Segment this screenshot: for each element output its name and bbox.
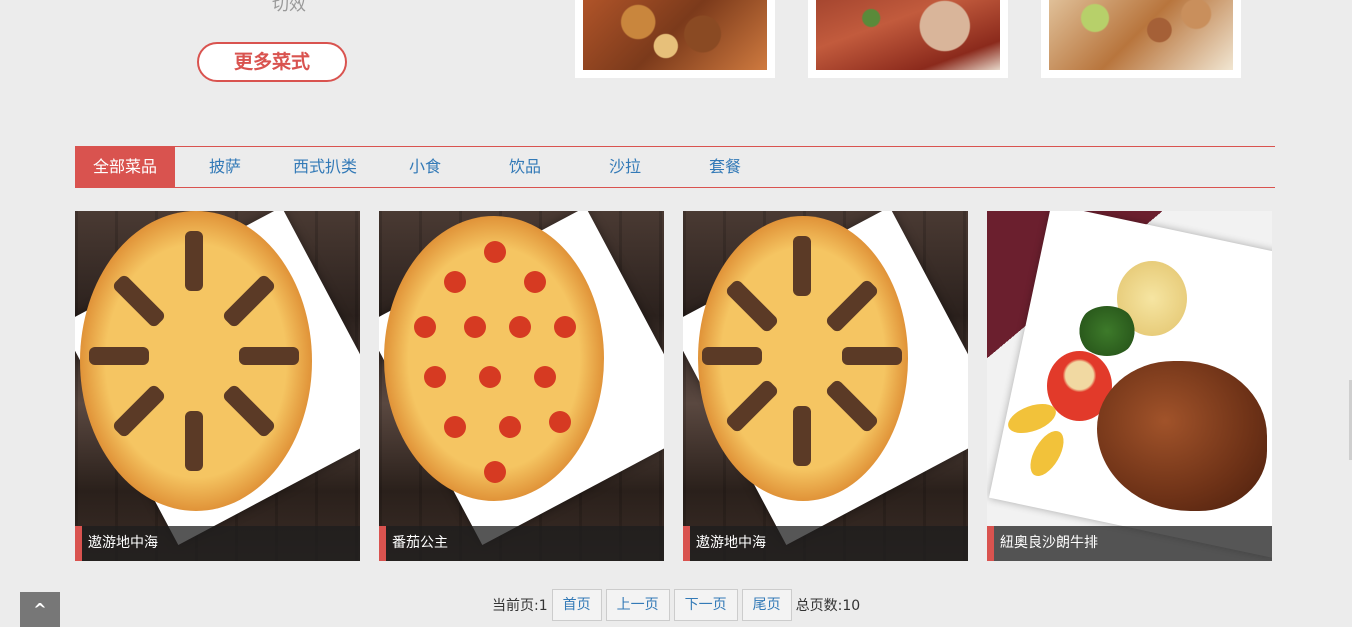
total-pages-label: 总页数:10	[795, 598, 861, 614]
tab-snacks[interactable]: 小食	[375, 147, 475, 187]
dish-title: 紐奧良沙朗牛排	[987, 526, 1272, 561]
dish-card[interactable]: 遨游地中海	[683, 211, 968, 561]
dish-photo-saucy	[816, 0, 1000, 70]
top-dish-photo-1[interactable]	[575, 0, 775, 78]
pizza-tomato-photo	[379, 211, 664, 561]
dish-card[interactable]: 番茄公主	[379, 211, 664, 561]
hero-partial-text: 切效	[272, 0, 306, 15]
pizza-seafood-photo	[75, 211, 360, 561]
top-dish-photo-2[interactable]	[808, 0, 1008, 78]
dish-title: 遨游地中海	[75, 526, 360, 561]
tab-pizza[interactable]: 披萨	[175, 147, 275, 187]
steak-photo	[987, 211, 1272, 561]
prev-page-button[interactable]: 上一页	[605, 589, 670, 621]
first-page-button[interactable]: 首页	[551, 589, 602, 621]
next-page-button[interactable]: 下一页	[673, 589, 738, 621]
tab-drinks[interactable]: 饮品	[475, 147, 575, 187]
dish-grid: 遨游地中海 番茄公主 遨游地中海 紐奧良沙朗牛排	[75, 211, 1272, 561]
tab-western-grill[interactable]: 西式扒类	[275, 147, 375, 187]
current-page-label: 当前页:1	[492, 598, 548, 614]
last-page-button[interactable]: 尾页	[741, 589, 792, 621]
more-dishes-button[interactable]: 更多菜式	[197, 42, 347, 82]
dish-card[interactable]: 紐奧良沙朗牛排	[987, 211, 1272, 561]
category-tabs: 全部菜品 披萨 西式扒类 小食 饮品 沙拉 套餐	[75, 146, 1275, 188]
dish-title: 遨游地中海	[683, 526, 968, 561]
back-to-top-button[interactable]: ^	[20, 592, 60, 627]
pizza-seafood-photo	[683, 211, 968, 561]
dish-title: 番茄公主	[379, 526, 664, 561]
dish-photo-diced	[1049, 0, 1233, 70]
tab-salad[interactable]: 沙拉	[575, 147, 675, 187]
pagination: 当前页:1 首页 上一页 下一页 尾页 总页数:10	[492, 589, 860, 621]
dish-photo-braised	[583, 0, 767, 70]
top-dish-photo-3[interactable]	[1041, 0, 1241, 78]
dish-card[interactable]: 遨游地中海	[75, 211, 360, 561]
tab-set-meal[interactable]: 套餐	[675, 147, 775, 187]
tab-all-dishes[interactable]: 全部菜品	[75, 147, 175, 187]
